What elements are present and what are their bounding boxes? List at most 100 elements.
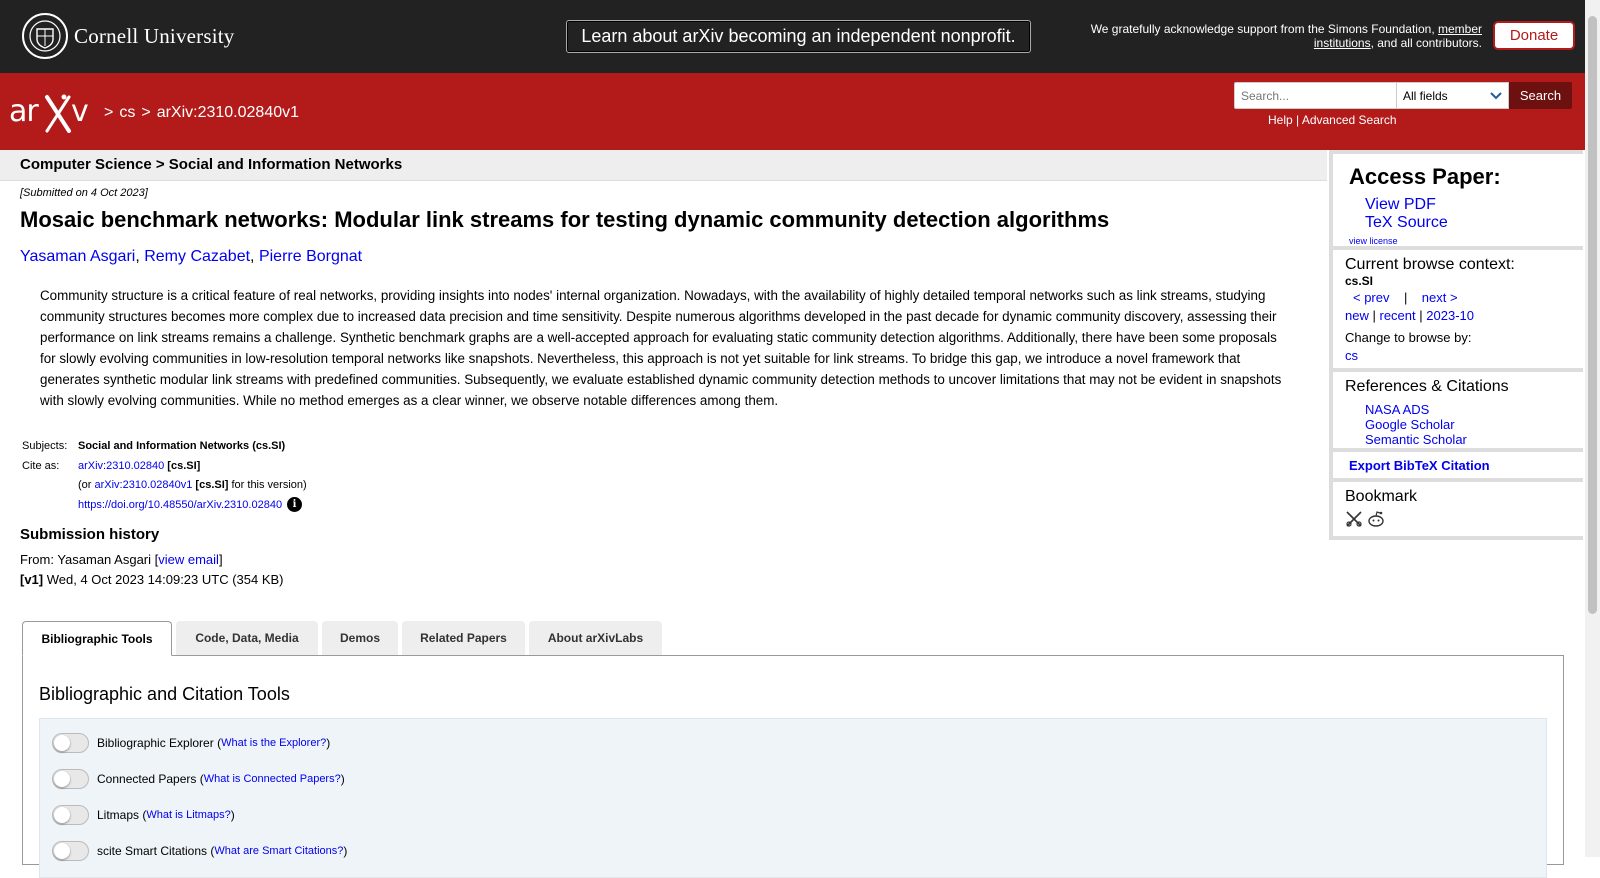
breadcrumb: > cs > arXiv:2310.02840v1 — [104, 104, 299, 122]
donate-button[interactable]: Donate — [1493, 21, 1575, 50]
cite-version-text: for this version) — [228, 479, 307, 491]
cite-tag: [cs.SI] — [164, 459, 201, 472]
export-bibtex-link[interactable]: Export BibTeX Citation — [1349, 458, 1490, 473]
cite-version-tag: [cs.SI] — [192, 479, 229, 491]
cite-version-link[interactable]: arXiv:2310.02840v1 — [95, 479, 193, 491]
tab-about-arxivlabs[interactable]: About arXivLabs — [529, 621, 662, 655]
submission-history-title: Submission history — [20, 526, 160, 543]
view-license-link[interactable]: view license — [1349, 236, 1398, 246]
search-button[interactable]: Search — [1509, 82, 1572, 109]
breadcrumb-cs[interactable]: cs — [119, 104, 135, 122]
tool-name: Bibliographic Explorer — [97, 736, 214, 750]
bibliographic-explorer-toggle[interactable] — [52, 733, 89, 753]
tool-info-link[interactable]: What is Connected Papers? — [204, 773, 341, 785]
search-field-value: All fields — [1403, 88, 1448, 103]
author-link[interactable]: Remy Cazabet — [144, 248, 250, 265]
search-field-select[interactable]: All fields — [1397, 82, 1509, 109]
change-browse-label: Change to browse by: — [1345, 330, 1472, 345]
reddit-icon[interactable] — [1367, 510, 1385, 528]
arxiv-logo[interactable]: ar v — [9, 91, 101, 138]
scite-toggle[interactable] — [52, 841, 89, 861]
browse-cs-link[interactable]: cs — [1345, 348, 1358, 363]
cornell-logo[interactable]: Cornell University — [22, 13, 235, 59]
tab-related-papers[interactable]: Related Papers — [402, 621, 525, 655]
connected-papers-toggle[interactable] — [52, 769, 89, 789]
author-separator: , — [250, 248, 259, 265]
bookmark-icons — [1345, 510, 1385, 528]
tab-panel: Bibliographic and Citation Tools Bibliog… — [22, 655, 1564, 878]
scrollbar-thumb[interactable] — [1588, 16, 1597, 614]
subjects-value: Social and Information Networks (cs.SI) — [78, 440, 286, 452]
submission-history: From: Yasaman Asgari [view email] [v1] W… — [20, 550, 284, 589]
tab-demos[interactable]: Demos — [322, 621, 398, 655]
cite-id-link[interactable]: arXiv:2310.02840 — [78, 460, 164, 472]
tool-name: scite Smart Citations — [97, 844, 208, 858]
bookmark-box: Bookmark — [1329, 482, 1583, 540]
paper-title: Mosaic benchmark networks: Modular link … — [20, 207, 1110, 232]
new-link[interactable]: new — [1345, 308, 1369, 323]
cornell-seal-icon — [22, 13, 68, 59]
recent-link[interactable]: recent — [1380, 308, 1416, 323]
google-scholar-link[interactable]: Google Scholar — [1365, 417, 1455, 432]
tool-row: Bibliographic Explorer (What is the Expl… — [52, 733, 330, 753]
tex-source-link[interactable]: TeX Source — [1365, 214, 1448, 232]
tool-row: Connected Papers (What is Connected Pape… — [52, 769, 345, 789]
tool-name: Connected Papers — [97, 772, 197, 786]
nav-separator: | — [1372, 308, 1376, 323]
acknowledgement-text: We gratefully acknowledge support from t… — [1062, 22, 1482, 50]
info-icon[interactable]: i — [287, 497, 303, 513]
tools-list: Bibliographic Explorer (What is the Expl… — [39, 718, 1547, 878]
prev-link[interactable]: < prev — [1353, 290, 1390, 305]
browse-context-box: Current browse context: cs.SI < prev | n… — [1329, 250, 1583, 372]
arxiv-header: ar v > cs > arXiv:2310.02840v1 Search...… — [0, 73, 1585, 150]
submitted-date: [Submitted on 4 Oct 2023] — [20, 187, 148, 199]
chevron-down-icon — [1490, 91, 1502, 99]
ack-text-pre: We gratefully acknowledge support from t… — [1090, 22, 1438, 36]
sidebar: Access Paper: View PDF TeX Source view l… — [1327, 150, 1585, 540]
listing-nav: new | recent | 2023-10 — [1345, 308, 1474, 323]
advanced-search-link[interactable]: Advanced Search — [1302, 113, 1397, 127]
announcement-button[interactable]: Learn about arXiv becoming an independen… — [566, 20, 1031, 53]
tool-row: scite Smart Citations (What are Smart Ci… — [52, 841, 347, 861]
breadcrumb-paper-id: arXiv:2310.02840v1 — [156, 104, 300, 121]
tool-name: Litmaps — [97, 808, 140, 822]
doi-link[interactable]: https://doi.org/10.48550/arXiv.2310.0284… — [78, 499, 282, 511]
semantic-scholar-link[interactable]: Semantic Scholar — [1365, 432, 1467, 447]
cite-or-text: (or — [78, 479, 95, 491]
next-link[interactable]: next > — [1422, 290, 1458, 305]
browse-context-value: cs.SI — [1345, 274, 1374, 288]
prev-next-nav: < prev | next > — [1353, 290, 1458, 305]
search-form: Search... All fields Search — [1234, 82, 1572, 109]
tool-info-link[interactable]: What is the Explorer? — [221, 737, 326, 749]
ack-text-post: , and all contributors. — [1370, 36, 1482, 50]
help-link[interactable]: Help — [1268, 113, 1293, 127]
metadata-table: Subjects: Social and Information Network… — [22, 437, 307, 515]
breadcrumb-separator: > — [104, 104, 114, 121]
nav-separator: | — [1403, 290, 1408, 305]
view-email-link[interactable]: view email — [158, 552, 219, 567]
tool-info-link[interactable]: What is Litmaps? — [146, 809, 230, 821]
search-input[interactable]: Search... — [1234, 82, 1397, 109]
cornell-name: Cornell University — [74, 23, 235, 48]
subject-header-text: Computer Science > Social and Informatio… — [20, 156, 403, 173]
history-version: [v1] — [20, 571, 44, 587]
nasa-ads-link[interactable]: NASA ADS — [1365, 402, 1429, 417]
bibsonomy-icon[interactable] — [1345, 510, 1363, 528]
author-link[interactable]: Pierre Borgnat — [259, 248, 362, 265]
tab-code-data-media[interactable]: Code, Data, Media — [176, 621, 318, 655]
tab-bibliographic-tools[interactable]: Bibliographic Tools — [22, 621, 172, 656]
help-links: Help | Advanced Search — [1268, 113, 1397, 127]
history-bracket: ] — [218, 552, 223, 567]
history-from: From: Yasaman Asgari [ — [20, 552, 159, 567]
author-separator: , — [135, 248, 145, 265]
authors-list: Yasaman Asgari, Remy Cazabet, Pierre Bor… — [20, 248, 362, 266]
tool-info-link[interactable]: What are Smart Citations? — [214, 845, 343, 857]
labs-tabs: Bibliographic Tools Code, Data, Media De… — [22, 621, 666, 656]
page-scrollbar[interactable] — [1585, 0, 1600, 857]
svg-text:v: v — [71, 94, 89, 129]
view-pdf-link[interactable]: View PDF — [1365, 196, 1436, 214]
litmaps-toggle[interactable] — [52, 805, 89, 825]
author-link[interactable]: Yasaman Asgari — [20, 248, 135, 265]
month-link[interactable]: 2023-10 — [1426, 308, 1474, 323]
subjects-label: Subjects: — [22, 440, 68, 452]
